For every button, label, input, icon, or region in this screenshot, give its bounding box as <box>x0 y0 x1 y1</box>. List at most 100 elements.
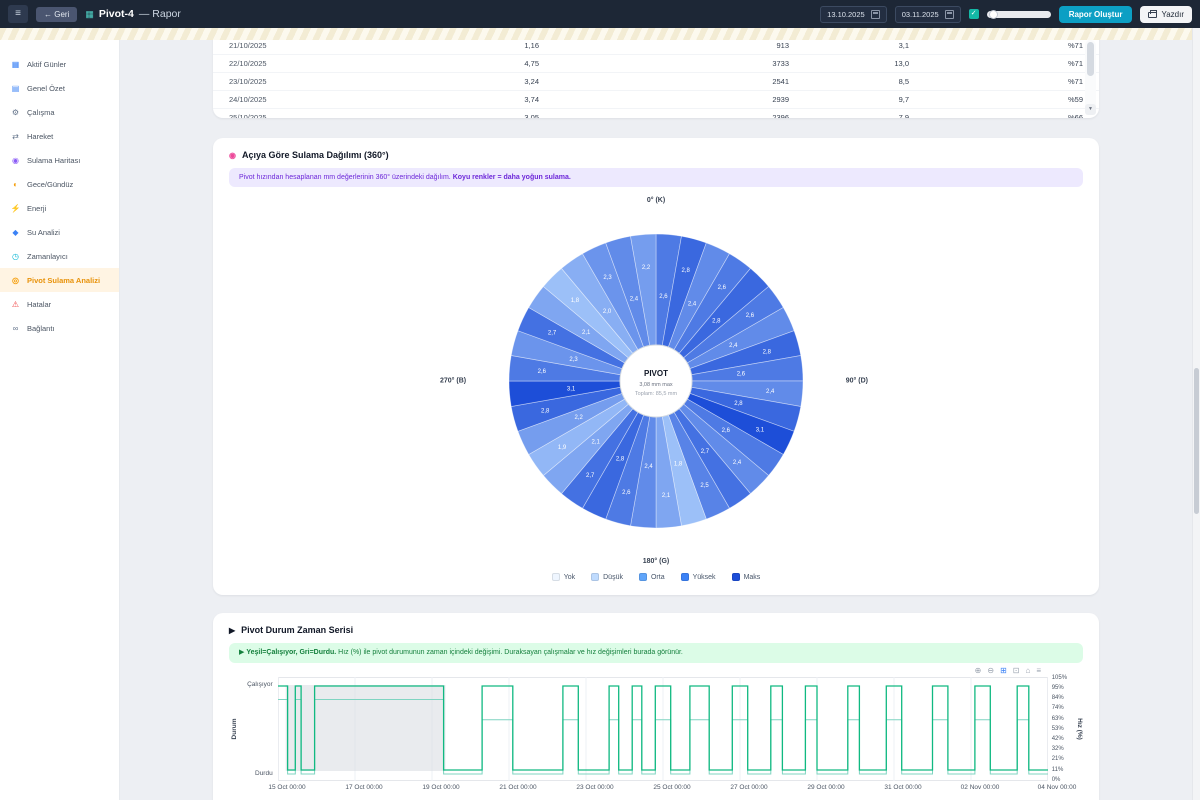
sector-value-label: 2,8 <box>763 350 772 356</box>
table-row[interactable]: 23/10/2025 3,24 2541 8,5 %71 <box>213 72 1099 90</box>
range-slider[interactable] <box>986 9 1051 19</box>
sector-value-label: 2,7 <box>548 331 557 337</box>
day-night-icon: ◐ <box>13 179 18 189</box>
sidebar-item-aktif-g-nler[interactable]: ▦ Aktif Günler <box>0 52 119 76</box>
gear-icon: ⚙ <box>11 107 20 117</box>
right-axis-tick: 74% <box>1051 705 1064 712</box>
sector-value-label: 1,8 <box>571 298 580 304</box>
timeseries-left-axis: Durum Çalışıyor Durdu <box>229 677 278 781</box>
sector-value-label: 2,3 <box>569 357 578 363</box>
cell-date: 21/10/2025 <box>229 41 267 50</box>
legend-swatch <box>680 573 689 582</box>
x-axis-tick: 29 Oct 00:00 <box>807 783 845 791</box>
sector-value-label: 2,1 <box>582 331 591 337</box>
legend-label: Maks <box>743 573 761 581</box>
timeseries-right-axis: 105% 95% 84% 74% 63% 53% 42% 32% 21% 11% 0% Hız (%… <box>1048 675 1083 783</box>
right-axis-tick: 53% <box>1051 725 1064 732</box>
sidebar-item-zamanlay-c[interactable]: ◷ Zamanlayıcı <box>0 244 119 268</box>
zoom-box-icon[interactable]: ⊞ <box>1000 666 1007 675</box>
right-axis-tick: 63% <box>1051 715 1064 722</box>
top-navbar: ≡ ← Geri ▦ Pivot-4 — Rapor 13.10.2025 03… <box>0 0 1200 28</box>
back-button[interactable]: ← Geri <box>36 6 78 22</box>
play-icon: ▶ <box>239 649 245 657</box>
sector-value-label: 2,8 <box>541 409 550 415</box>
sidebar-item-su-analizi[interactable]: ◆ Su Analizi <box>0 220 119 244</box>
play-icon: ▶ <box>229 625 236 635</box>
sector-value-label: 1,9 <box>558 445 567 451</box>
y-axis-label-stopped: Durdu <box>255 769 273 777</box>
cell-value: 913 <box>776 41 789 50</box>
menu-icon[interactable]: ≡ <box>1036 666 1041 675</box>
sector-value-label: 1,8 <box>674 462 683 468</box>
sidebar-item-sulama-haritas[interactable]: ◉ Sulama Haritası <box>0 148 119 172</box>
sector-value-label: 2,8 <box>712 319 721 325</box>
polar-axis-north: 0° (K) <box>646 197 666 205</box>
sector-value-label: 2,6 <box>746 314 755 320</box>
cell-value: 13,0 <box>894 59 909 68</box>
x-axis-tick: 17 Oct 00:00 <box>345 783 383 791</box>
table-row[interactable]: 25/10/2025 3,05 2396 7,9 %66 <box>213 108 1099 118</box>
window-scrollbar-thumb[interactable] <box>1194 367 1199 515</box>
sector-value-label: 2,6 <box>538 369 547 375</box>
home-icon[interactable]: ⌂ <box>1025 666 1030 675</box>
timeseries-plot[interactable] <box>277 676 1049 781</box>
sidebar-item-genel-zet[interactable]: ▤ Genel Özet <box>0 76 119 100</box>
table-row[interactable]: 21/10/2025 1,16 913 3,1 %71 <box>213 40 1099 54</box>
sidebar-item-label: Pivot Sulama Analizi <box>27 275 101 285</box>
menu-button[interactable]: ≡ <box>8 5 28 23</box>
calendar-icon[interactable] <box>870 9 880 19</box>
sector-value-label: 2,4 <box>766 389 775 395</box>
cell-value: 3,74 <box>524 95 539 104</box>
polar-center-subtitle: 3,08 mm max <box>639 382 673 388</box>
print-button[interactable]: Yazdır <box>1140 5 1192 23</box>
sidebar-item-al-ma[interactable]: ⚙ Çalışma <box>0 100 119 124</box>
pan-icon[interactable]: ⊡ <box>1013 666 1020 675</box>
sidebar-item-hareket[interactable]: ⇄ Hareket <box>0 124 119 148</box>
polar-axis-west: 270° (B) <box>440 377 467 385</box>
window-scrollbar[interactable] <box>1192 28 1200 800</box>
sidebar-item-label: Gece/Gündüz <box>27 179 74 189</box>
sector-value-label: 2,7 <box>701 449 710 455</box>
sector-value-label: 2,8 <box>682 269 691 275</box>
cell-value: 3,1 <box>898 41 909 50</box>
right-axis-title: Hız (%) <box>1076 718 1083 740</box>
zoom-out-icon[interactable]: ⊖ <box>987 666 994 675</box>
sidebar-item-pivot-sulama-analizi[interactable]: ◎ Pivot Sulama Analizi <box>0 268 119 292</box>
polar-card-title: Açıya Göre Sulama Dağılımı (360°) <box>241 150 389 160</box>
sidebar-item-ba-lant[interactable]: ∞ Bağlantı <box>0 316 119 340</box>
table-scrollbar-thumb[interactable] <box>1087 42 1094 76</box>
sector-value-label: 2,2 <box>642 265 651 271</box>
x-axis-ticks: 15 Oct 00:00 17 Oct 00:00 19 Oct 00:00 21 O… <box>268 783 1076 795</box>
cell-value: 7,9 <box>898 113 909 118</box>
x-axis-tick: 31 Oct 00:00 <box>884 783 922 791</box>
legend-item: Düşük <box>591 573 623 582</box>
sidebar: ▦ Aktif Günler ▤ Genel Özet ⚙ Çalışma ⇄ Hareket… <box>0 40 120 800</box>
x-axis-tick: 15 Oct 00:00 <box>268 783 306 791</box>
sector-value-label: 2,4 <box>729 343 738 349</box>
date-to-input[interactable]: 03.11.2025 <box>894 5 961 23</box>
sidebar-item-label: Aktif Günler <box>27 59 67 69</box>
slider-knob[interactable] <box>988 9 998 19</box>
sidebar-item-label: Su Analizi <box>27 227 60 237</box>
generate-report-button[interactable]: Rapor Oluştur <box>1058 5 1133 23</box>
timeseries-card-header: ▶ Pivot Durum Zaman Serisi <box>229 625 1083 635</box>
timeseries-svg[interactable] <box>277 676 1049 781</box>
map-pin-icon: ◉ <box>12 155 19 165</box>
chart-modebar: ⊕ ⊖ ⊞ ⊡ ⌂ ≡ <box>975 666 1041 675</box>
x-axis-tick: 19 Oct 00:00 <box>422 783 460 791</box>
option-checkbox[interactable]: ✓ <box>968 9 979 19</box>
table-scrollbar[interactable]: ▼ <box>1085 40 1096 115</box>
date-from-input[interactable]: 13.10.2025 <box>820 5 887 23</box>
table-scroll-down-button[interactable]: ▼ <box>1085 104 1096 115</box>
sector-value-label: 2,6 <box>622 490 631 496</box>
table-row[interactable]: 22/10/2025 4,75 3733 13,0 %71 <box>213 54 1099 72</box>
zoom-in-icon[interactable]: ⊕ <box>975 666 982 675</box>
cell-percent: %59 <box>1067 95 1083 104</box>
table-row[interactable]: 24/10/2025 3,74 2939 9,7 %59 <box>213 90 1099 108</box>
calendar-icon[interactable] <box>944 9 954 19</box>
sidebar-item-hatalar[interactable]: ⚠ Hatalar <box>0 292 119 316</box>
sidebar-item-enerji[interactable]: ⚡ Enerji <box>0 196 119 220</box>
sidebar-item-gece-g-nd-z[interactable]: ◐ Gece/Gündüz <box>0 172 119 196</box>
polar-chart[interactable]: 2,6 2,8 2,4 2,6 2,8 2,6 2,4 2,8 2,6 2,4 2,8 3,1 2,6 2… <box>486 211 826 551</box>
legend-item: Orta <box>638 573 665 582</box>
